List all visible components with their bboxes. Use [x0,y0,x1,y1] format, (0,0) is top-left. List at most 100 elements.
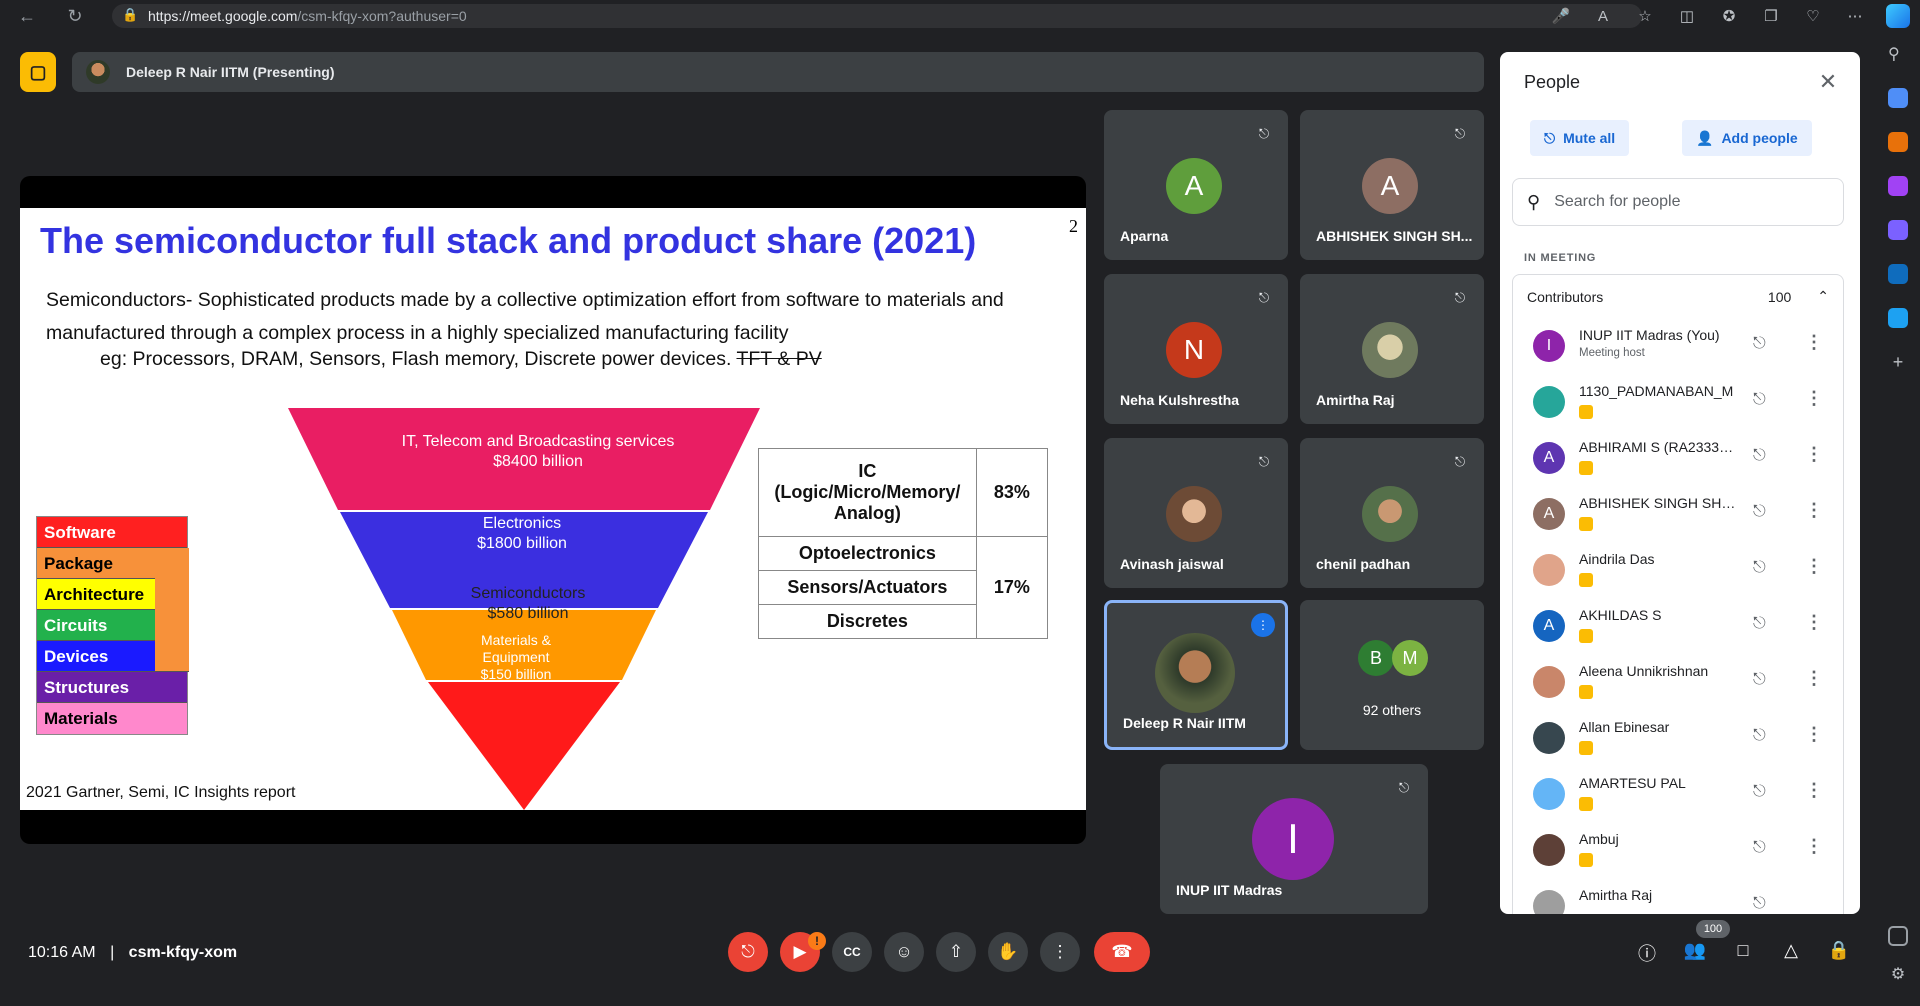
participant-tile[interactable]: ⎋ A ABHISHEK SINGH SH... [1300,110,1484,260]
mic-off-icon[interactable]: ⎋ [1753,503,1766,521]
star-icon[interactable]: ☆ [1624,7,1666,25]
mic-off-icon[interactable]: ⎋ [1753,615,1766,633]
more-vert-icon[interactable]: ⋮ [1805,500,1823,521]
more-vert-icon[interactable]: ⋮ [1805,836,1823,857]
info-icon[interactable]: ⓘ [1634,940,1660,966]
more-vert-icon[interactable]: ⋮ [1805,332,1823,353]
participant-name: Aleena Unnikrishnan [1579,663,1709,679]
stack-layers: Software Package Architecture Circuits D… [36,516,189,735]
people-icon[interactable]: 👥 [1682,940,1708,966]
more-vert-icon[interactable]: ⋮ [1805,668,1823,689]
participant-name: Amirtha Raj [1579,887,1653,903]
drop-icon[interactable] [1888,308,1908,328]
list-item[interactable]: A AKHILDAS S ⎋ ⋮ [1513,598,1843,654]
close-icon[interactable]: ✕ [1814,68,1842,96]
pyramid-label-materials: Materials & Equipment $150 billion [456,632,576,683]
mic-off-icon[interactable]: ⎋ [1753,783,1766,801]
more-vert-icon[interactable]: ⋮ [1805,780,1823,801]
list-item[interactable]: AMARTESU PAL ⎋ ⋮ [1513,766,1843,822]
activities-icon[interactable]: △ [1778,940,1804,966]
favorites-icon[interactable]: ✪ [1708,7,1750,25]
mic-off-icon[interactable]: ⎋ [1753,895,1766,913]
participant-tile[interactable]: ⎋ A Aparna [1104,110,1288,260]
search-people-input[interactable]: ⚲ Search for people [1512,178,1844,226]
games-icon[interactable] [1888,176,1908,196]
more-vert-icon[interactable]: ⋮ [1805,724,1823,745]
list-item[interactable]: A ABHISHEK SINGH SHEK... ⎋ ⋮ [1513,486,1843,542]
mic-off-icon[interactable]: ⎋ [1753,335,1766,353]
mute-all-button[interactable]: ⎋ Mute all [1530,120,1630,156]
list-item[interactable]: I INUP IIT Madras (You) Meeting host ⎋ ⋮ [1513,318,1843,374]
warning-badge-icon: ! [808,932,826,950]
list-item[interactable]: Allan Ebinesar ⎋ ⋮ [1513,710,1843,766]
list-item[interactable]: Aindrila Das ⎋ ⋮ [1513,542,1843,598]
slide-body: Semiconductors- Sophisticated products m… [46,284,1076,350]
table-cell-opto: Optoelectronics [758,536,977,571]
more-vert-icon[interactable]: ⋮ [1805,556,1823,577]
address-bar[interactable]: 🔒 https://meet.google.com/csm-kfqy-xom?a… [112,4,1642,28]
captions-button[interactable]: CC [832,932,872,972]
tools-icon[interactable] [1888,132,1908,152]
participant-tile-active-speaker[interactable]: ⋮ Deleep R Nair IITM [1104,600,1288,750]
raise-hand-button[interactable]: ✋ [988,932,1028,972]
muted-mic-icon: ⎋ [1258,290,1270,305]
participant-name: Avinash jaiswal [1120,556,1224,572]
stack-layer: Materials [37,703,187,734]
settings-icon[interactable]: ⚙ [1888,964,1908,984]
list-item[interactable]: A ABHIRAMI S (RA233300... ⎋ ⋮ [1513,430,1843,486]
microphone-icon[interactable]: 🎤 [1540,7,1582,25]
host-controls-icon[interactable]: 🔒 [1826,940,1852,966]
list-item[interactable]: 1130_PADMANABAN_M ⎋ ⋮ [1513,374,1843,430]
participant-tile[interactable]: ⎋ Amirtha Raj [1300,274,1484,424]
presentation-icon[interactable]: ▢ [20,52,56,92]
emoji-button[interactable]: ☺ [884,932,924,972]
more-vert-icon[interactable]: ⋮ [1805,388,1823,409]
leave-call-button[interactable]: ☎ [1094,932,1150,972]
browser-tools: 🎤 A ☆ ◫ ✪ ❐ ♡ ⋯ [1540,0,1876,32]
back-icon[interactable]: ← [10,0,44,32]
microphone-toggle-button[interactable]: ⎋ [728,932,768,972]
mic-off-icon[interactable]: ⎋ [1753,839,1766,857]
performance-icon[interactable]: ♡ [1792,7,1834,25]
more-vert-icon[interactable]: ⋮ [1805,444,1823,465]
split-screen-icon[interactable]: ◫ [1666,7,1708,25]
participant-tile[interactable]: ⎋ chenil padhan [1300,438,1484,588]
avatar: A [1533,610,1565,642]
present-screen-button[interactable]: ⇧ [936,932,976,972]
mic-off-icon[interactable]: ⎋ [1753,447,1766,465]
add-people-button[interactable]: 👤 Add people [1682,120,1812,156]
list-item[interactable]: Amirtha Raj ⎋ [1513,878,1843,914]
others-tile[interactable]: B M 92 others [1300,600,1484,750]
outlook-icon[interactable] [1888,264,1908,284]
more-icon[interactable]: ⋯ [1834,7,1876,25]
more-options-button[interactable]: ⋮ [1040,932,1080,972]
presentation-badge-icon [1579,853,1593,867]
more-vert-icon[interactable]: ⋮ [1805,612,1823,633]
avatar: M [1392,640,1428,676]
search-icon[interactable]: ⚲ [1888,44,1908,64]
chevron-up-icon[interactable]: ⌃ [1817,288,1829,305]
mic-off-icon[interactable]: ⎋ [1753,671,1766,689]
mic-off-icon[interactable]: ⎋ [1753,559,1766,577]
sidebar-toggle-icon[interactable] [1888,926,1908,946]
copilot-sidebar-icon[interactable] [1888,220,1908,240]
read-aloud-icon[interactable]: A [1582,8,1624,25]
contributors-header[interactable]: Contributors 100 ⌃ [1512,274,1844,318]
reload-icon[interactable]: ↻ [58,0,92,32]
list-item[interactable]: Ambuj ⎋ ⋮ [1513,822,1843,878]
avatar: A [1166,158,1222,214]
table-cell-ic-share: 83% [975,448,1049,537]
participant-tile[interactable]: ⎋ Avinash jaiswal [1104,438,1288,588]
list-item[interactable]: Aleena Unnikrishnan ⎋ ⋮ [1513,654,1843,710]
participant-tile[interactable]: ⎋ N Neha Kulshrestha [1104,274,1288,424]
chat-icon[interactable]: □ [1730,940,1756,966]
mic-off-icon[interactable]: ⎋ [1753,727,1766,745]
table-cell-ic: IC (Logic/Micro/Memory/ Analog) [758,448,977,537]
self-tile[interactable]: ⎋ I INUP IIT Madras [1160,764,1428,914]
mic-off-icon[interactable]: ⎋ [1753,391,1766,409]
copilot-icon[interactable] [1886,4,1910,28]
collections-icon[interactable]: ❐ [1750,7,1792,25]
add-icon[interactable]: + [1888,352,1908,372]
slide-body-line2: manufactured through a complex process i… [46,322,789,344]
shopping-icon[interactable] [1888,88,1908,108]
